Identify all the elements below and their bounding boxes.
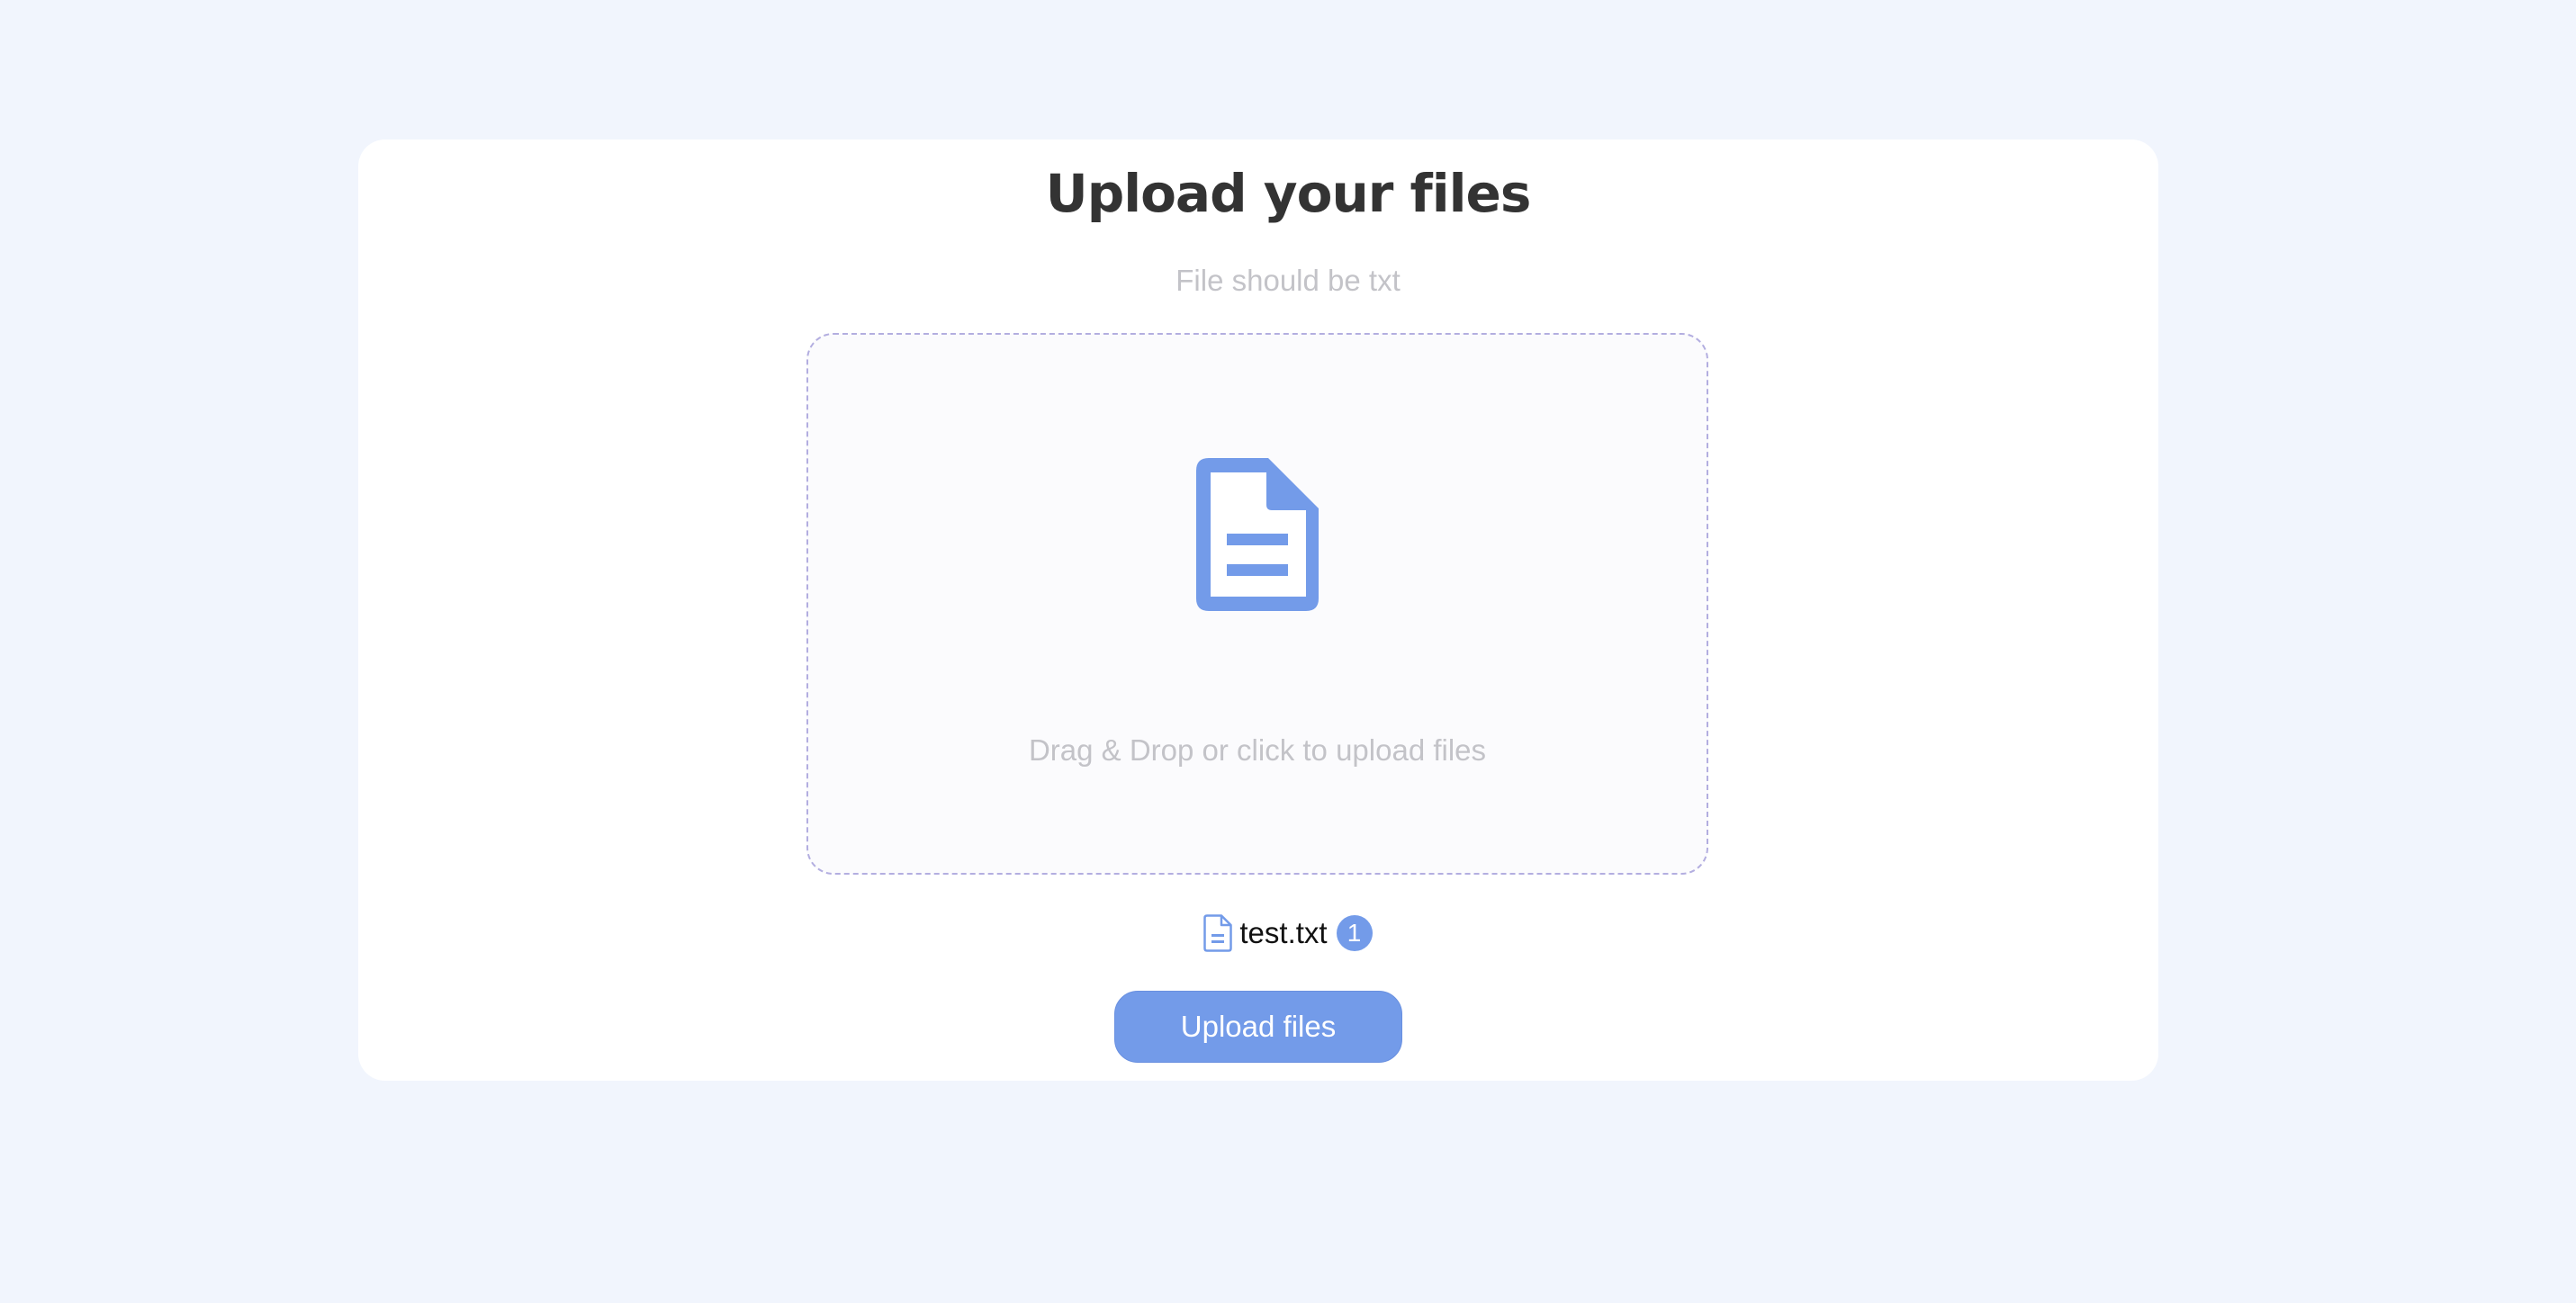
- upload-files-button[interactable]: Upload files: [1114, 991, 1402, 1063]
- file-name: test.txt: [1239, 916, 1328, 949]
- dropzone-hint: Drag & Drop or click to upload files: [1028, 733, 1487, 767]
- document-icon: [1203, 914, 1233, 952]
- selected-file-item: test.txt 1: [0, 912, 2576, 954]
- document-icon: [1196, 458, 1319, 611]
- file-type-hint: File should be txt: [1175, 264, 1401, 297]
- page-title: Upload your files: [1045, 163, 1532, 224]
- file-count-badge: 1: [1336, 915, 1373, 951]
- file-dropzone[interactable]: Drag & Drop or click to upload files: [806, 333, 1708, 875]
